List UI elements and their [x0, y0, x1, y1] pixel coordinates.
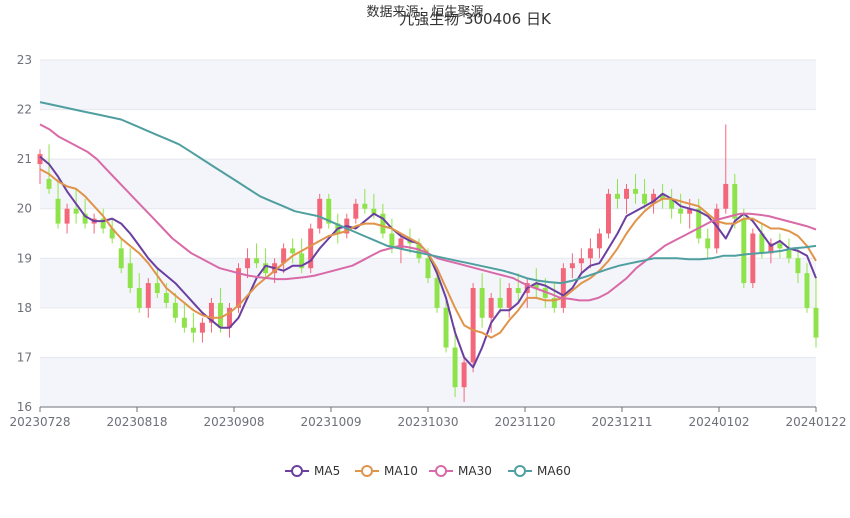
x-tick-label: 20231009: [300, 415, 361, 429]
candle-body: [479, 288, 485, 318]
candle-body: [777, 243, 783, 249]
x-tick-label: 20240102: [688, 415, 749, 429]
y-tick-label: 17: [17, 350, 32, 364]
candle-body: [145, 283, 151, 308]
candle-body: [46, 178, 52, 189]
candle-body: [624, 188, 629, 199]
x-tick-label: 20230818: [106, 415, 167, 429]
candle-body: [127, 263, 133, 289]
y-tick-label: 16: [17, 400, 32, 414]
candle-body: [434, 278, 440, 308]
legend-marker: [435, 465, 447, 477]
candle-body: [443, 307, 449, 348]
x-tick-label: 20231211: [591, 415, 652, 429]
y-tick-label: 21: [17, 152, 32, 166]
legend-item-ma30[interactable]: MA30: [429, 464, 492, 478]
y-tick-label: 20: [17, 202, 32, 216]
legend-label: MA5: [314, 464, 340, 478]
candle-body: [488, 297, 494, 318]
candle-body: [813, 307, 819, 338]
candle-body: [118, 248, 124, 269]
band: [40, 357, 816, 407]
candle-body: [569, 263, 575, 269]
legend-label: MA10: [384, 464, 418, 478]
candle-body: [245, 258, 251, 269]
x-tick-label: 20240122: [785, 415, 846, 429]
candle-body: [73, 208, 79, 214]
legend-item-ma5[interactable]: MA5: [285, 464, 340, 478]
candle-body: [290, 248, 296, 254]
legend-label: MA30: [458, 464, 492, 478]
x-tick-label: 20230908: [203, 415, 264, 429]
candle-body: [353, 203, 359, 219]
legend-label: MA60: [537, 464, 571, 478]
candle-body: [633, 188, 639, 194]
candle-body: [642, 193, 648, 204]
x-tick-label: 20231120: [494, 415, 555, 429]
candle-body: [154, 283, 160, 293]
candle-body: [217, 302, 223, 328]
candle-body: [136, 288, 142, 308]
y-tick-label: 18: [17, 301, 32, 315]
legend-marker: [361, 465, 373, 477]
candle-body: [804, 273, 810, 308]
candle-body: [362, 203, 368, 209]
candle-body: [497, 297, 503, 308]
candle-body: [254, 258, 260, 264]
y-tick-label: 22: [17, 103, 32, 117]
candle-body: [723, 183, 729, 209]
candle-body: [461, 362, 467, 388]
candle-body: [615, 193, 620, 199]
candle-body: [506, 288, 512, 308]
y-tick-label: 19: [17, 251, 32, 265]
candle-body: [452, 347, 458, 388]
legend[interactable]: MA5 MA10 MA30 MA60: [285, 464, 571, 478]
candle-body: [515, 288, 521, 293]
band: [40, 159, 816, 209]
candle-body: [172, 302, 178, 318]
candle-body: [64, 208, 70, 224]
kline-chart: 16 17 18 19 20 21 22 23 20230728 20230818 20230908…: [9, 5, 846, 478]
candle-body: [605, 193, 611, 234]
legend-marker: [514, 465, 526, 477]
candle-body: [587, 248, 593, 259]
x-tick-label: 20230728: [9, 415, 70, 429]
candle-body: [190, 327, 196, 333]
candle-body: [578, 258, 584, 264]
band: [40, 60, 816, 110]
candle-body: [470, 288, 476, 363]
candle-body: [750, 233, 756, 284]
candle-body: [55, 198, 61, 224]
candle-body: [732, 183, 738, 219]
legend-marker: [291, 465, 303, 477]
chart-title: 九强生物 300406 日K: [399, 10, 552, 28]
candle-body: [596, 233, 602, 249]
candle-body: [705, 238, 711, 249]
candle-body: [317, 198, 323, 229]
candle-body: [560, 268, 566, 308]
candle-body: [199, 322, 205, 333]
candle-body: [425, 258, 431, 279]
candle-body: [795, 258, 801, 274]
legend-item-ma60[interactable]: MA60: [508, 464, 571, 478]
candle-body: [741, 218, 747, 284]
y-tick-label: 23: [17, 53, 32, 67]
candle-body: [163, 292, 169, 303]
candle-body: [181, 317, 187, 328]
candle-body: [678, 208, 684, 214]
x-tick-label: 20231030: [397, 415, 458, 429]
legend-item-ma10[interactable]: MA10: [355, 464, 418, 478]
